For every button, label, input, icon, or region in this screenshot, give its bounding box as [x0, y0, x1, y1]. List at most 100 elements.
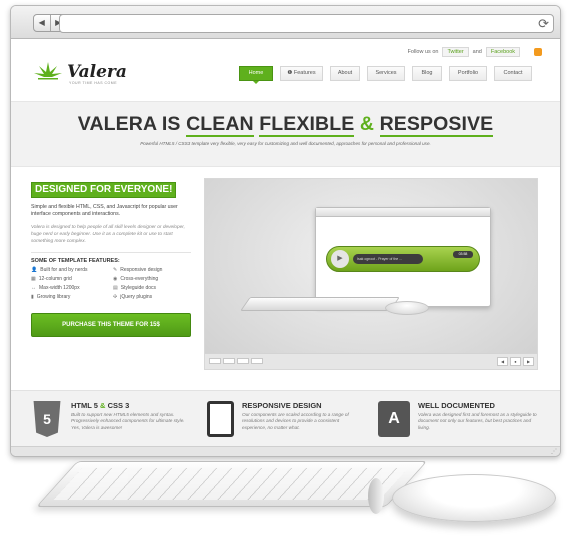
- slider-controls: ◀ ● ▶: [205, 353, 537, 369]
- track-time: 03:58: [453, 251, 473, 258]
- nav-about[interactable]: About: [330, 66, 360, 81]
- feature-item: ▮ Growing library: [31, 294, 109, 300]
- feature-documented: A WELL DOCUMENTED Valera was designed fi…: [378, 401, 540, 437]
- and-text: and: [472, 49, 482, 55]
- feature-documented-title: WELL DOCUMENTED: [418, 401, 495, 410]
- nav-services[interactable]: Services: [367, 66, 405, 81]
- keyboard-keys: [53, 468, 409, 500]
- brush-icon: ✎: [113, 267, 118, 273]
- feature-label: Max-width 1200px: [39, 285, 80, 291]
- play-icon: ▶: [331, 250, 349, 268]
- browser-toolbar: ◀ ▶ ⟳: [11, 6, 560, 39]
- feature-html5-text: Built to support new HTML5 elements and …: [71, 412, 185, 430]
- music-player-illustration: ▶ Isak ognoot - Prayer of the ... 03:58: [326, 246, 480, 272]
- book-icon: ▤: [113, 285, 118, 291]
- feature-label: 12-column grid: [38, 276, 72, 282]
- nav-contact[interactable]: Contact: [494, 66, 532, 81]
- intro-secondary-text: Valera is designed to help people of all…: [31, 225, 185, 244]
- feature-documented-text: Valera was designed first and foremost a…: [418, 412, 537, 430]
- slider-dot[interactable]: [237, 358, 249, 364]
- html5-icon: 5: [33, 401, 61, 437]
- resize-grip-icon[interactable]: ⋰: [551, 448, 557, 455]
- features-strip: 5 HTML 5 & CSS 3 Built to support new HT…: [11, 390, 560, 446]
- image-slider: ▶ Isak ognoot - Prayer of the ... 03:58 …: [204, 178, 538, 370]
- reload-icon[interactable]: ⟳: [538, 16, 549, 32]
- feature-documented-text-block: WELL DOCUMENTED Valera was designed firs…: [418, 401, 540, 437]
- back-icon[interactable]: ◀: [34, 15, 50, 31]
- next-arrow-icon[interactable]: ▶: [523, 357, 534, 366]
- feature-responsive-title: RESPONSIVE DESIGN: [242, 401, 322, 410]
- rss-icon[interactable]: [534, 48, 542, 56]
- slide-mouse-illustration: [385, 301, 429, 315]
- feature-label: Responsive design: [120, 267, 163, 273]
- feature-label: Cross-everything: [120, 276, 159, 282]
- nav-portfolio[interactable]: Portfolio: [449, 66, 487, 81]
- library-icon: ▮: [31, 294, 34, 300]
- feature-item: ↔ Max-width 1200px: [31, 285, 109, 291]
- feature-html5-text-block: HTML 5 & CSS 3 Built to support new HTML…: [71, 401, 193, 437]
- twitter-link[interactable]: Twitter: [442, 47, 469, 57]
- nav-features-label: Features: [293, 70, 316, 76]
- browser-statusbar: ⋰: [11, 446, 560, 456]
- designed-badge: DESIGNED FOR EVERYONE!: [31, 182, 177, 198]
- purchase-button[interactable]: PURCHASE THIS THEME FOR 15$: [31, 313, 191, 337]
- main-navigation: Home ❶ Features About Services Blog Port…: [239, 66, 532, 84]
- resize-icon: ↔: [31, 285, 36, 291]
- feature-item: 👤 Built for and by nerds: [31, 267, 109, 273]
- feature-label: Built for and by nerds: [40, 267, 88, 273]
- grid-icon: ▦: [31, 276, 36, 282]
- pause-icon[interactable]: ●: [510, 357, 521, 366]
- slider-arrows: ◀ ● ▶: [497, 357, 534, 366]
- slider-dot[interactable]: [223, 358, 235, 364]
- web-page: Follow us on Twitter and Facebook Valera…: [11, 39, 560, 456]
- url-bar[interactable]: ⟳: [59, 14, 554, 33]
- tablet-icon: [207, 401, 234, 437]
- keyboard-edge-illustration: [368, 478, 384, 514]
- facebook-link[interactable]: Facebook: [485, 47, 520, 57]
- social-bar: Follow us on Twitter and Facebook: [408, 47, 542, 57]
- track-title: Isak ognoot - Prayer of the ...: [353, 254, 423, 264]
- hero-title: VALERA IS CLEAN FLEXIBLE & RESPOSIVE: [11, 113, 560, 137]
- feature-label: Growing library: [36, 294, 71, 300]
- feature-label: Styleguide docs: [120, 285, 157, 291]
- slide-keyboard-illustration: [240, 297, 400, 311]
- feature-html5: 5 HTML 5 & CSS 3 Built to support new HT…: [31, 401, 193, 437]
- hero-title-flexible: FLEXIBLE: [259, 113, 355, 137]
- follow-text: Follow us on: [407, 49, 439, 55]
- slider-dot[interactable]: [209, 358, 221, 364]
- prev-arrow-icon[interactable]: ◀: [497, 357, 508, 366]
- eye-icon: ◉: [113, 276, 118, 282]
- hero-section: VALERA IS CLEAN FLEXIBLE & RESPOSIVE Pow…: [11, 101, 560, 167]
- nav-home[interactable]: Home: [239, 66, 273, 84]
- slider-dot[interactable]: [251, 358, 263, 364]
- site-logo[interactable]: Valera YOUR TIME HAS COME: [33, 61, 127, 85]
- nav-blog[interactable]: Blog: [412, 66, 442, 81]
- feature-responsive-text-block: RESPONSIVE DESIGN Our components are sca…: [242, 401, 364, 437]
- hero-title-responsive: RESPOSIVE: [379, 113, 494, 137]
- feature-item: ✣ jQuery plugins: [113, 294, 191, 300]
- feature-html5-title: HTML 5 & CSS 3: [71, 401, 193, 410]
- feature-item: ◉ Cross-everything: [113, 276, 191, 282]
- logo-name: Valera: [67, 62, 127, 82]
- intro-column: DESIGNED FOR EVERYONE! Simple and flexib…: [31, 179, 191, 337]
- feature-html5-amp: &: [100, 401, 106, 410]
- plugin-icon: ✣: [113, 294, 118, 300]
- slider-pagination: [209, 358, 263, 364]
- feature-item: ▦ 12-column grid: [31, 276, 109, 282]
- hero-title-clean: CLEAN: [186, 113, 254, 137]
- feature-html5-title-a: HTML 5: [71, 401, 98, 410]
- feature-responsive-text: Our components are scaled according to a…: [242, 412, 349, 430]
- slide-browser-illustration: ▶ Isak ognoot - Prayer of the ... 03:58: [315, 207, 491, 307]
- hero-title-amp: &: [359, 113, 375, 135]
- intro-text: Simple and flexible HTML, CSS, and Javas…: [31, 204, 178, 217]
- features-title: SOME OF TEMPLATE FEATURES:: [31, 258, 120, 264]
- docs-icon: A: [378, 401, 410, 437]
- browser-window: ◀ ▶ ⟳ Follow us on Twitter and Facebook …: [10, 5, 561, 457]
- features-list: 👤 Built for and by nerds ✎ Responsive desi…: [31, 267, 191, 300]
- logo-tagline: YOUR TIME HAS COME: [69, 81, 118, 85]
- nav-features[interactable]: ❶ Features: [280, 66, 323, 81]
- leaf-logo-icon: [34, 62, 62, 80]
- feature-label: jQuery plugins: [120, 294, 153, 300]
- slide-browser-bar: [316, 208, 490, 217]
- feature-responsive: RESPONSIVE DESIGN Our components are sca…: [207, 401, 364, 437]
